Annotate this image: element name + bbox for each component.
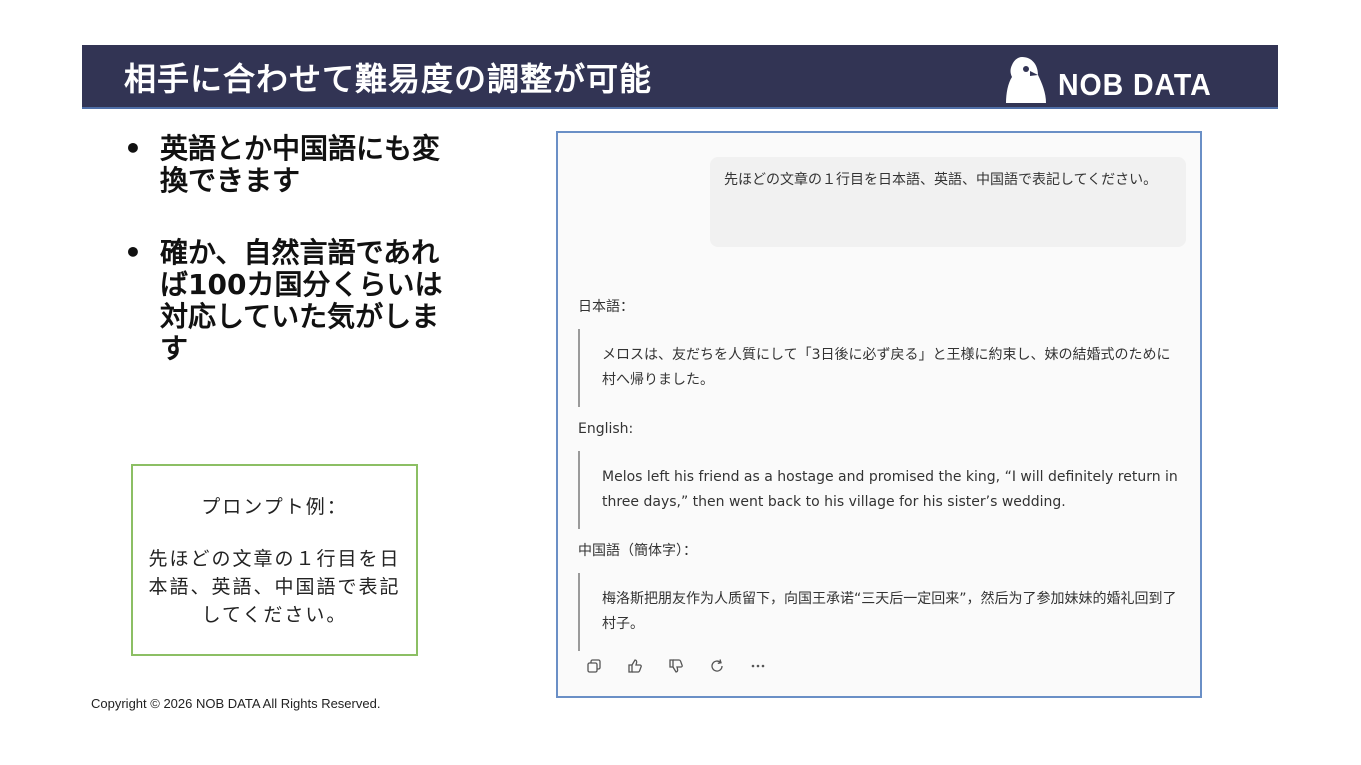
reply-language-label: English: (578, 421, 634, 437)
bullet-item: 英語とか中国語にも変換できます (122, 133, 452, 197)
regenerate-icon[interactable] (707, 658, 727, 678)
copy-icon[interactable] (584, 658, 604, 678)
reply-quote: Melos left his friend as a hostage and p… (578, 451, 1178, 529)
thumbs-down-icon[interactable] (666, 658, 686, 678)
reply-language-label: 中国語（簡体字）： (578, 543, 697, 559)
reply-action-bar (584, 657, 784, 677)
chat-screenshot: 先ほどの文章の１行目を日本語、英語、中国語で表記してください。 日本語： メロス… (556, 131, 1202, 698)
reply-quote: メロスは、友だちを人質にして「3日後に必ず戻る」と王様に約束し、妹の結婚式のため… (578, 329, 1178, 407)
reply-quote: 梅洛斯把朋友作为人质留下，向国王承诺“三天后一定回来”，然后为了参加妹妹的婚礼回… (578, 573, 1178, 651)
brand-logo: NOB DATA (1002, 55, 1242, 103)
prompt-text: 先ほどの文章の１行目を日本語、英語、中国語で表記してください。 (148, 548, 401, 626)
header-bar: 相手に合わせて難易度の調整が可能 NOB DATA (82, 45, 1278, 109)
more-icon[interactable] (748, 658, 768, 678)
brand-name: NOB DATA (1058, 67, 1212, 102)
penguin-logo-icon (1006, 57, 1046, 103)
slide-title: 相手に合わせて難易度の調整が可能 (124, 60, 653, 98)
copyright-text: Copyright © 2026 NOB DATA All Rights Res… (91, 696, 381, 711)
prompt-label: プロンプト例： (201, 496, 348, 518)
reply-language-label: 日本語： (578, 299, 634, 315)
user-message-bubble: 先ほどの文章の１行目を日本語、英語、中国語で表記してください。 (710, 157, 1186, 247)
bullet-item: 確か、自然言語であれば100カ国分くらいは対応していた気がします (122, 237, 452, 365)
bullet-list: 英語とか中国語にも変換できます 確か、自然言語であれば100カ国分くらいは対応し… (122, 133, 452, 405)
prompt-example-box: プロンプト例： 先ほどの文章の１行目を日本語、英語、中国語で表記してください。 (131, 464, 418, 656)
thumbs-up-icon[interactable] (625, 658, 645, 678)
assistant-reply: 日本語： メロスは、友だちを人質にして「3日後に必ず戻る」と王様に約束し、妹の結… (578, 297, 1178, 663)
